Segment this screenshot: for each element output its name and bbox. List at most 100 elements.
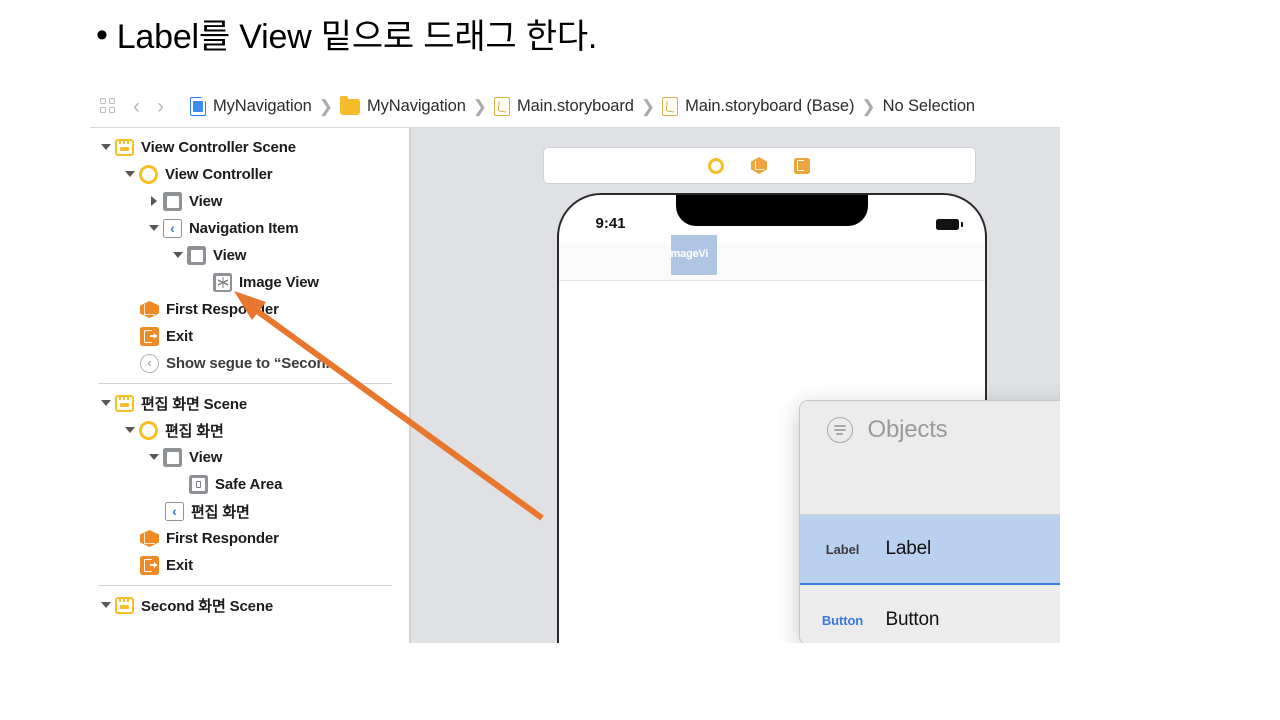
outline-label: View <box>213 247 246 264</box>
jump-bar: ‹ › MyNavigation ❯ MyNavigation ❯ Main.s… <box>90 86 1060 127</box>
outline-label: Show segue to “Secon... <box>166 355 338 372</box>
outline-row-image-view[interactable]: Image View <box>90 269 409 296</box>
scene-icon <box>115 597 134 614</box>
breadcrumb-item-project[interactable]: MyNavigation <box>190 97 312 116</box>
object-name: Button <box>886 609 940 631</box>
breadcrumb-label: Main.storyboard (Base) <box>685 97 854 116</box>
outline-row-second-scene[interactable]: Second 화면 Scene <box>90 592 409 619</box>
outline-label: First Responder <box>166 301 279 318</box>
outline-label: 편집 화면 <box>191 501 250 522</box>
view-controller-icon <box>139 165 158 184</box>
outline-row-view-controller[interactable]: View Controller <box>90 161 409 188</box>
outline-row-view-nested[interactable]: View <box>90 242 409 269</box>
objects-tab-bar[interactable] <box>800 458 1061 515</box>
breadcrumb-item-storyboard-base[interactable]: Main.storyboard (Base) <box>662 97 854 116</box>
storyboard-document-icon <box>662 97 678 116</box>
breadcrumb-separator-icon: ❯ <box>641 97 655 117</box>
outline-separator <box>98 383 392 384</box>
outline-label: View <box>189 449 222 466</box>
outline-label: 편집 화면 Scene <box>141 393 247 414</box>
first-responder-icon <box>140 529 159 548</box>
exit-dock-icon[interactable] <box>794 158 810 174</box>
status-bar-time: 9:41 <box>596 215 626 232</box>
outline-row-first-responder-2[interactable]: First Responder <box>90 525 409 552</box>
disclosure-triangle-icon[interactable] <box>100 141 113 154</box>
outline-row-safe-area[interactable]: Safe Area <box>90 471 409 498</box>
document-outline[interactable]: View Controller Scene View Controller Vi… <box>90 128 409 643</box>
breadcrumb-separator-icon: ❯ <box>319 97 333 117</box>
image-view-placeholder-label: mageVi <box>671 248 731 260</box>
scene-dock[interactable] <box>543 147 976 184</box>
outline-row-exit-2[interactable]: Exit <box>90 552 409 579</box>
objects-list[interactable]: Label Label Button Button <box>800 515 1061 643</box>
scene-icon <box>115 139 134 156</box>
objects-search-input[interactable]: Objects <box>868 416 948 444</box>
objects-list-item-label[interactable]: Label Label <box>800 515 1061 585</box>
breadcrumb-label: MyNavigation <box>213 97 312 116</box>
outline-label: Exit <box>166 557 193 574</box>
navigation-item-icon: ‹ <box>165 502 184 521</box>
outline-label: Navigation Item <box>189 220 298 237</box>
object-mini-preview-label: Label <box>800 542 886 557</box>
outline-row-edit-view-controller[interactable]: 편집 화면 <box>90 417 409 444</box>
outline-row-edit-view[interactable]: View <box>90 444 409 471</box>
storyboard-document-icon <box>494 97 510 116</box>
slide-root: •Label를 View 밑으로 드래그 한다. ‹ › MyNavigatio… <box>0 0 1280 720</box>
disclosure-triangle-icon[interactable] <box>148 222 161 235</box>
breadcrumb-separator-icon: ❯ <box>473 97 487 117</box>
objects-library-popover[interactable]: Objects Label Label <box>799 400 1061 643</box>
filter-icon[interactable] <box>827 417 853 443</box>
disclosure-triangle-icon[interactable] <box>148 451 161 464</box>
outline-row-navigation-item[interactable]: ‹ Navigation Item <box>90 215 409 242</box>
device-notch <box>676 194 868 226</box>
outline-separator <box>98 585 392 586</box>
bullet-label: Label를 View 밑으로 드래그 한다. <box>117 18 597 56</box>
breadcrumb: MyNavigation ❯ MyNavigation ❯ Main.story… <box>190 97 975 117</box>
forward-chevron-icon[interactable]: › <box>157 96 164 117</box>
breadcrumb-label: Main.storyboard <box>517 97 634 116</box>
outline-row-edit-scene[interactable]: 편집 화면 Scene <box>90 390 409 417</box>
outline-row-view[interactable]: View <box>90 188 409 215</box>
breadcrumb-separator-icon: ❯ <box>861 97 875 117</box>
navigation-bar <box>559 244 985 281</box>
disclosure-triangle-icon[interactable] <box>124 424 137 437</box>
disclosure-triangle-icon[interactable] <box>124 168 137 181</box>
breadcrumb-item-storyboard[interactable]: Main.storyboard <box>494 97 634 116</box>
scene-icon <box>115 395 134 412</box>
objects-list-item-button[interactable]: Button Button <box>800 585 1061 643</box>
view-icon <box>163 448 182 467</box>
outline-label: View Controller <box>165 166 273 183</box>
disclosure-triangle-icon[interactable] <box>100 599 113 612</box>
view-controller-dock-icon[interactable] <box>708 158 724 174</box>
storyboard-canvas[interactable]: 9:41 mageVi Objects <box>411 128 1061 643</box>
outline-row-exit[interactable]: Exit <box>90 323 409 350</box>
outline-label: 편집 화면 <box>165 420 224 441</box>
battery-icon <box>936 219 959 230</box>
outline-row-view-controller-scene[interactable]: View Controller Scene <box>90 134 409 161</box>
disclosure-triangle-icon[interactable] <box>100 397 113 410</box>
grid-icon[interactable] <box>100 98 117 115</box>
slide-bullet-text: •Label를 View 밑으로 드래그 한다. <box>96 14 1196 60</box>
back-chevron-icon[interactable]: ‹ <box>133 96 140 117</box>
bullet-marker: • <box>96 14 108 58</box>
breadcrumb-item-selection[interactable]: No Selection <box>883 97 975 116</box>
objects-search-row[interactable]: Objects <box>800 401 1061 459</box>
first-responder-dock-icon[interactable] <box>751 157 767 174</box>
outline-row-first-responder[interactable]: First Responder <box>90 296 409 323</box>
outline-label: View <box>189 193 222 210</box>
disclosure-triangle-icon[interactable] <box>172 249 185 262</box>
outline-label: View Controller Scene <box>141 139 296 156</box>
outline-label: First Responder <box>166 530 279 547</box>
folder-icon <box>340 99 360 115</box>
outline-label: Second 화면 Scene <box>141 595 273 616</box>
view-controller-icon <box>139 421 158 440</box>
outline-row-show-segue[interactable]: ‹ Show segue to “Secon... <box>90 350 409 377</box>
image-view-icon <box>213 273 232 292</box>
disclosure-triangle-icon[interactable] <box>148 195 161 208</box>
outline-label: Safe Area <box>215 476 282 493</box>
breadcrumb-label: No Selection <box>883 97 975 116</box>
outline-row-edit-nav-item[interactable]: ‹ 편집 화면 <box>90 498 409 525</box>
navigation-item-icon: ‹ <box>163 219 182 238</box>
outline-label: Exit <box>166 328 193 345</box>
breadcrumb-item-folder[interactable]: MyNavigation <box>340 97 466 116</box>
